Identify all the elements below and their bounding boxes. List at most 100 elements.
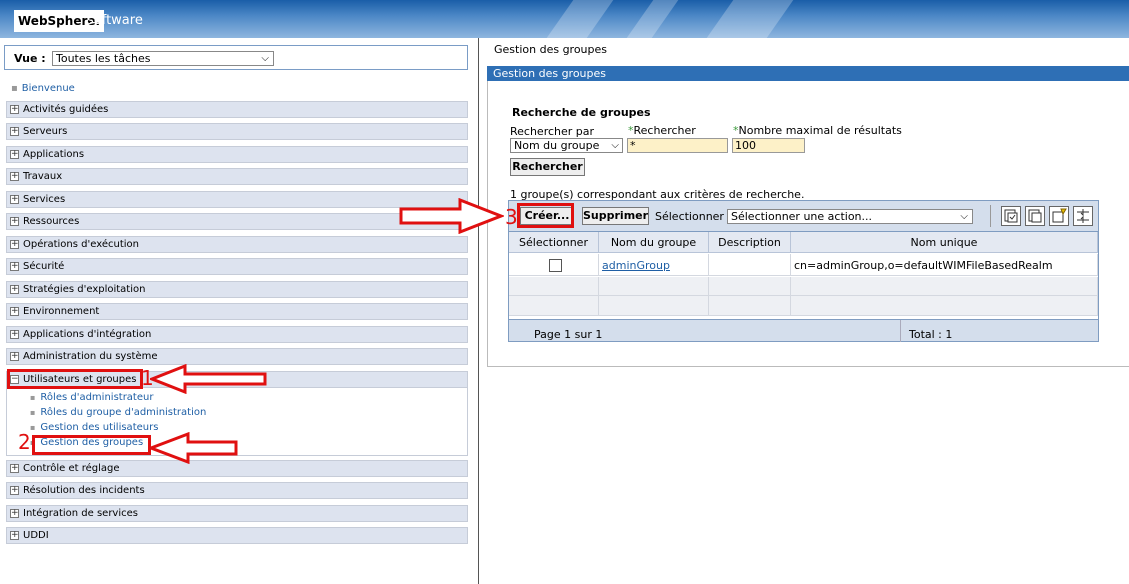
- search-label: *Rechercher: [628, 124, 696, 137]
- empty-cell: [509, 277, 599, 296]
- chevron-down-icon: ⌵: [611, 140, 619, 151]
- nav-item-resolution-incidents[interactable]: + Résolution des incidents: [6, 482, 468, 499]
- view-select[interactable]: Toutes les tâches ⌵: [52, 51, 274, 66]
- column-header-description[interactable]: Description: [709, 232, 791, 253]
- expand-icon[interactable]: +: [10, 307, 19, 316]
- banner-decoration: [546, 0, 614, 38]
- sub-item-gestion-utilisateurs[interactable]: ▪ Gestion des utilisateurs: [30, 422, 158, 433]
- nav-item-integration-services[interactable]: + Intégration de services: [6, 505, 468, 522]
- bullet-icon: ▪: [30, 423, 36, 432]
- sub-item-roles-groupe-administration[interactable]: ▪ Rôles du groupe d'administration: [30, 407, 206, 418]
- unique-name-value: cn=adminGroup,o=defaultWIMFileBasedRealm: [794, 259, 1053, 272]
- annotation-arrow-2: [148, 432, 238, 464]
- expand-icon[interactable]: +: [10, 127, 19, 136]
- welcome-link[interactable]: ▪ Bienvenue: [11, 83, 75, 94]
- expand-icon[interactable]: +: [10, 285, 19, 294]
- annotation-number-3: 3: [505, 205, 518, 229]
- empty-cell: [791, 296, 1098, 316]
- empty-cell: [709, 277, 791, 296]
- search-by-label: Rechercher par: [510, 125, 595, 138]
- nav-item-serveurs[interactable]: + Serveurs: [6, 123, 468, 140]
- filter-icon[interactable]: [1049, 206, 1069, 226]
- search-by-select[interactable]: Nom du groupe ⌵: [510, 138, 623, 153]
- expand-icon[interactable]: +: [10, 240, 19, 249]
- nav-item-label: Activités guidées: [23, 104, 109, 115]
- nav-item-travaux[interactable]: + Travaux: [6, 168, 468, 185]
- nav-item-label: Serveurs: [23, 126, 68, 137]
- table-toolbar: Créer... Supprimer Sélectionner Sélectio…: [509, 201, 1098, 232]
- page-info: Page 1 sur 1: [534, 328, 603, 341]
- chevron-down-icon: ⌵: [960, 211, 968, 222]
- annotation-arrow-3: [399, 198, 504, 234]
- expand-icon[interactable]: +: [10, 105, 19, 114]
- expand-icon[interactable]: +: [10, 464, 19, 473]
- sub-item-label: Gestion des utilisateurs: [40, 422, 159, 433]
- annotation-box-3: [517, 203, 574, 228]
- nav-item-applications[interactable]: + Applications: [6, 146, 468, 163]
- expand-icon[interactable]: +: [10, 509, 19, 518]
- expand-icon[interactable]: +: [10, 352, 19, 361]
- nav-item-label: Applications d'intégration: [23, 329, 152, 340]
- nav-item-label: UDDI: [23, 530, 49, 541]
- total-info: Total : 1: [909, 328, 953, 341]
- sub-item-roles-administrateur[interactable]: ▪ Rôles d'administrateur: [30, 392, 153, 403]
- search-button[interactable]: Rechercher: [510, 158, 585, 176]
- breadcrumb: Gestion des groupes: [494, 43, 608, 56]
- preferences-icon[interactable]: [1073, 206, 1093, 226]
- nav-item-label: Services: [23, 194, 66, 205]
- nav-item-label: Ressources: [23, 216, 80, 227]
- column-header-select[interactable]: Sélectionner: [509, 232, 599, 253]
- expand-icon[interactable]: +: [10, 262, 19, 271]
- row-select-checkbox[interactable]: [549, 259, 562, 272]
- search-input[interactable]: *: [627, 138, 728, 153]
- select-action-label: Sélectionner: [655, 210, 724, 223]
- nav-item-operations-execution[interactable]: + Opérations d'exécution: [6, 236, 468, 253]
- expand-icon[interactable]: +: [10, 150, 19, 159]
- chevron-down-icon: ⌵: [261, 53, 269, 64]
- select-all-icon[interactable]: [1001, 206, 1021, 226]
- max-results-input[interactable]: 100: [732, 138, 805, 153]
- nav-item-label: Stratégies d'exploitation: [23, 284, 146, 295]
- bullet-icon: ▪: [30, 408, 36, 417]
- nav-item-environnement[interactable]: + Environnement: [6, 303, 468, 320]
- expand-icon[interactable]: +: [10, 217, 19, 226]
- column-header-unique-name[interactable]: Nom unique: [791, 232, 1098, 253]
- nav-item-uddi[interactable]: + UDDI: [6, 527, 468, 544]
- view-label: Vue :: [14, 52, 46, 65]
- banner-decoration: [626, 0, 679, 38]
- nav-item-label: Applications: [23, 149, 85, 160]
- sub-item-label: Rôles d'administrateur: [40, 392, 154, 403]
- nav-item-label: Environnement: [23, 306, 100, 317]
- toolbar-divider: [990, 205, 991, 227]
- expand-icon[interactable]: +: [10, 486, 19, 495]
- nav-item-strategies-exploitation[interactable]: + Stratégies d'exploitation: [6, 281, 468, 298]
- max-results-label-text: Nombre maximal de résultats: [738, 124, 902, 137]
- groups-table: Créer... Supprimer Sélectionner Sélectio…: [508, 200, 1099, 342]
- expand-icon[interactable]: +: [10, 195, 19, 204]
- nav-item-administration-systeme[interactable]: + Administration du système: [6, 348, 468, 365]
- nav-item-label: Intégration de services: [23, 508, 138, 519]
- annotation-box-2: [32, 435, 151, 455]
- expand-icon[interactable]: +: [10, 172, 19, 181]
- nav-item-label: Résolution des incidents: [23, 485, 145, 496]
- nav-item-applications-integration[interactable]: + Applications d'intégration: [6, 326, 468, 343]
- welcome-label: Bienvenue: [21, 83, 75, 94]
- empty-cell: [599, 277, 709, 296]
- expand-icon[interactable]: +: [10, 531, 19, 540]
- column-header-group-name[interactable]: Nom du groupe: [599, 232, 709, 253]
- expand-icon[interactable]: +: [10, 330, 19, 339]
- nav-item-label: Sécurité: [23, 261, 65, 272]
- action-select[interactable]: Sélectionner une action... ⌵: [727, 209, 973, 224]
- logo-suffix: software: [87, 13, 143, 28]
- max-results-label: *Nombre maximal de résultats: [733, 124, 902, 137]
- group-name-link[interactable]: adminGroup: [602, 259, 670, 272]
- bullet-icon: ▪: [11, 83, 18, 94]
- nav-item-activites-guidees[interactable]: + Activités guidées: [6, 101, 468, 118]
- action-select-value: Sélectionner une action...: [731, 210, 873, 223]
- empty-cell: [709, 296, 791, 316]
- nav-item-securite[interactable]: + Sécurité: [6, 258, 468, 275]
- banner-decoration: [706, 0, 794, 38]
- annotation-number-2: 2: [18, 430, 31, 454]
- delete-button[interactable]: Supprimer: [582, 207, 649, 225]
- deselect-all-icon[interactable]: [1025, 206, 1045, 226]
